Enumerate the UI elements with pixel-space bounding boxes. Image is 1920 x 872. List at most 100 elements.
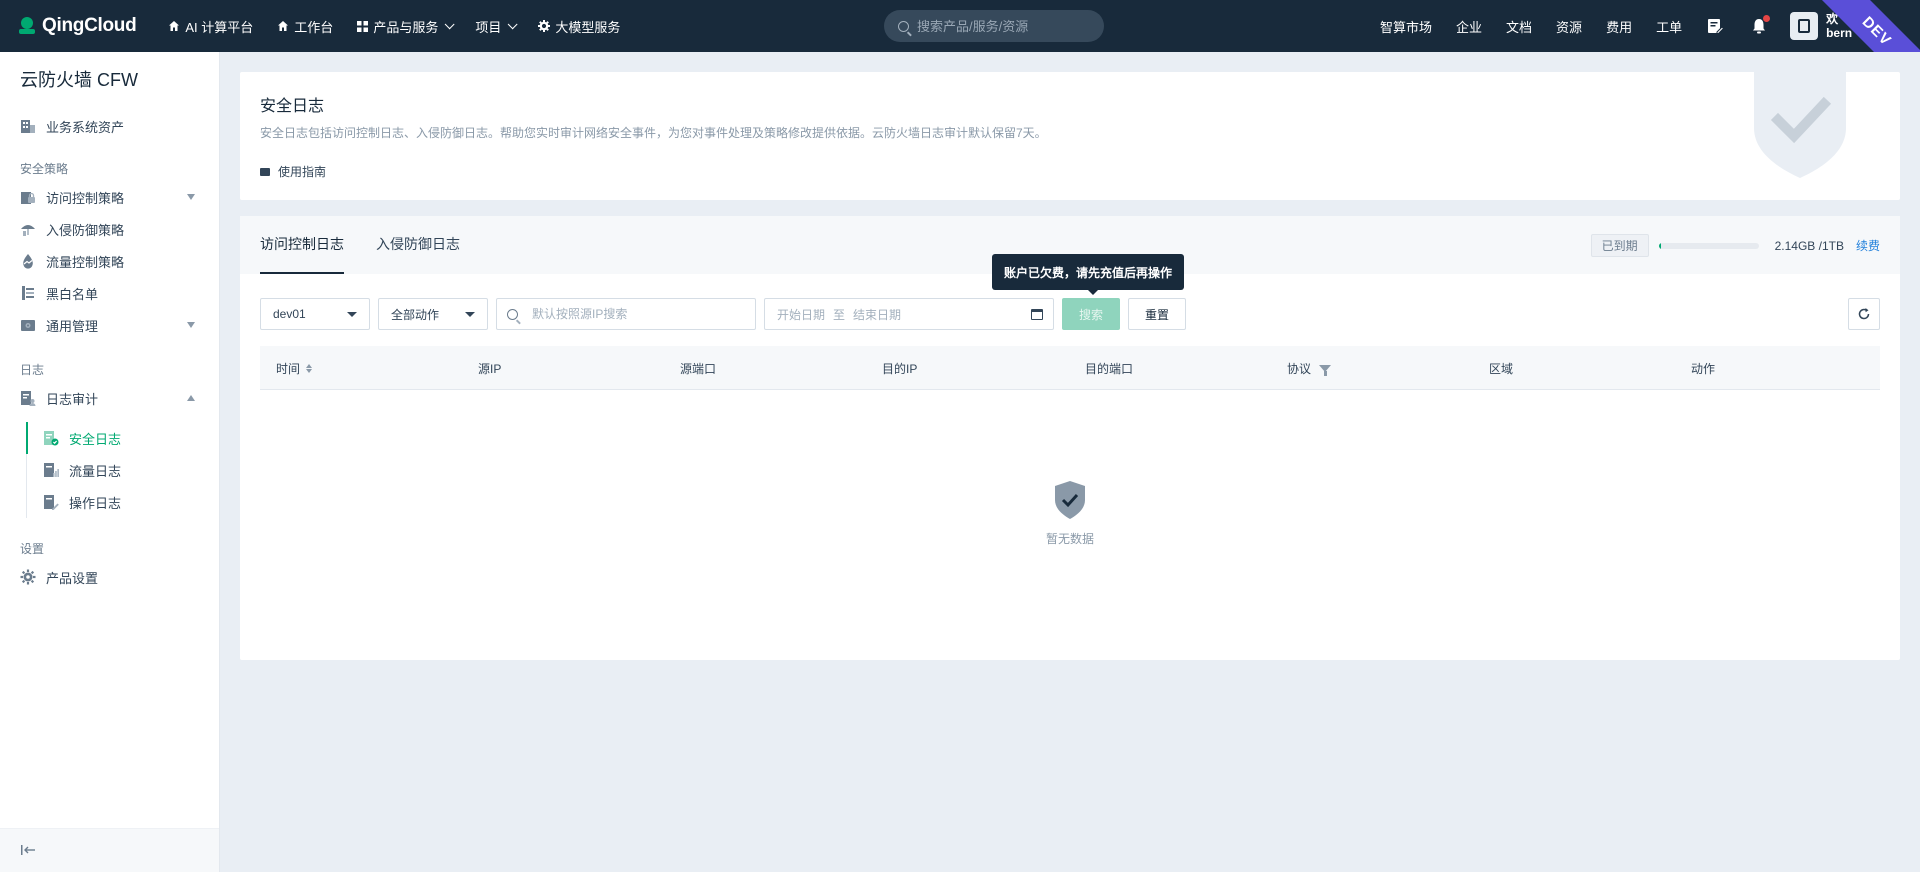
qingcloud-logo-icon — [18, 17, 36, 35]
sidebar-group-log: 日志 — [20, 363, 45, 377]
link-enterprise[interactable]: 企业 — [1456, 17, 1482, 36]
qingcloud-logo[interactable]: QingCloud — [18, 15, 137, 37]
column-region: 区域 — [1489, 362, 1514, 376]
sidebar-item-general-management[interactable]: 通用管理 — [0, 309, 219, 341]
sidebar-item-intrusion-prevention[interactable]: 入侵防御策略 — [0, 213, 219, 245]
sidebar-footer — [0, 828, 219, 872]
action-select[interactable]: 全部动作 — [378, 298, 488, 330]
top-right-nav: 智算市场 企业 文档 资源 费用 工单 欢 bern — [1380, 0, 1852, 52]
nav-project-label: 项目 — [475, 19, 502, 35]
global-search[interactable] — [884, 10, 1104, 42]
brand-name: QingCloud — [42, 15, 137, 36]
device-select-value: dev01 — [273, 307, 306, 321]
date-start-placeholder: 开始日期 — [777, 307, 826, 322]
column-protocol-label: 协议 — [1287, 362, 1312, 376]
sidebar-item-traffic-control-label: 流量控制策略 — [46, 254, 125, 270]
sidebar-item-product-settings[interactable]: 产品设置 — [0, 561, 219, 593]
filter-icon[interactable] — [1319, 365, 1332, 376]
storage-usage-text: 2.14GB /1TB — [1774, 238, 1844, 253]
reset-button[interactable]: 重置 — [1128, 298, 1186, 330]
search-icon — [507, 308, 518, 320]
nav-ai-platform-label: AI 计算平台 — [185, 19, 254, 35]
operation-log-icon — [44, 495, 59, 510]
sidebar-item-log-audit[interactable]: 日志审计 — [0, 382, 219, 414]
nav-llm-service[interactable]: 大模型服务 — [538, 17, 620, 36]
list-icon — [22, 286, 34, 300]
nav-products-label: 产品与服务 — [373, 19, 439, 35]
column-time[interactable]: 时间 — [276, 360, 313, 377]
storage-usage-bar — [1658, 242, 1759, 249]
column-action: 动作 — [1691, 362, 1716, 376]
table-header: 时间 源IP 源端口 目的IP 目的端口 协议 区域 动作 — [260, 346, 1880, 390]
sidebar-item-black-white-list[interactable]: 黑白名单 — [0, 277, 219, 309]
link-compute-market[interactable]: 智算市场 — [1380, 17, 1432, 36]
sidebar-item-black-white-list-label: 黑白名单 — [46, 286, 99, 302]
caret-down-icon — [465, 312, 475, 317]
link-resources[interactable]: 资源 — [1556, 17, 1582, 36]
column-protocol: 协议 — [1287, 360, 1332, 377]
book-icon — [260, 167, 270, 176]
nav-project[interactable]: 项目 — [475, 17, 518, 36]
notification-bell-icon[interactable] — [1750, 15, 1771, 35]
calendar-icon — [1031, 309, 1043, 320]
sidebar-item-log-audit-label: 日志审计 — [46, 391, 99, 407]
product-title: 云防火墙 CFW — [20, 70, 138, 90]
sidebar-item-traffic-log[interactable]: 流量日志 — [27, 454, 219, 486]
tab-access-control-log[interactable]: 访问控制日志 — [260, 216, 344, 274]
traffic-drop-icon — [23, 254, 33, 269]
sort-icon[interactable] — [306, 364, 313, 373]
link-docs[interactable]: 文档 — [1506, 17, 1532, 36]
umbrella-shield-icon — [21, 225, 35, 236]
nav-products[interactable]: 产品与服务 — [357, 17, 455, 36]
usage-guide-link[interactable]: 使用指南 — [260, 163, 1880, 180]
sidebar-item-assets[interactable]: 业务系统资产 — [0, 110, 219, 142]
date-range-picker[interactable]: 开始日期 至 结束日期 — [764, 298, 1054, 330]
user-badge-icon — [1798, 19, 1811, 33]
sidebar-item-intrusion-prevention-label: 入侵防御策略 — [46, 222, 125, 238]
sidebar-item-assets-label: 业务系统资产 — [46, 119, 125, 135]
sidebar: 云防火墙 CFW 业务系统资产 安全策略 访问控制策略 入侵防御策略 流量控制策… — [0, 52, 220, 872]
empty-state: 暂无数据 — [240, 480, 1900, 547]
house-icon — [169, 21, 180, 31]
nav-workbench[interactable]: 工作台 — [277, 17, 333, 36]
edit-document-icon[interactable] — [1706, 17, 1725, 35]
link-tickets[interactable]: 工单 — [1656, 17, 1682, 36]
log-main-card: 访问控制日志 入侵防御日志 已到期 2.14GB /1TB 续费 账户已欠费，请… — [240, 216, 1900, 660]
sidebar-item-access-control-label: 访问控制策略 — [46, 190, 125, 206]
sidebar-item-general-management-label: 通用管理 — [46, 318, 99, 334]
date-range-separator: 至 — [833, 307, 846, 322]
link-billing[interactable]: 费用 — [1606, 17, 1632, 36]
collapse-sidebar-icon[interactable] — [20, 843, 36, 857]
expand-arrow-icon — [187, 322, 195, 328]
sidebar-item-traffic-control[interactable]: 流量控制策略 — [0, 245, 219, 277]
refresh-button[interactable] — [1848, 298, 1880, 330]
ip-search-field[interactable] — [496, 298, 756, 330]
sidebar-item-operation-log[interactable]: 操作日志 — [27, 486, 219, 518]
column-dest-port: 目的端口 — [1085, 362, 1134, 376]
sidebar-item-access-control[interactable]: 访问控制策略 — [0, 181, 219, 213]
house-icon — [278, 21, 289, 31]
renew-link[interactable]: 续费 — [1856, 237, 1880, 254]
tab-intrusion-prevention-log[interactable]: 入侵防御日志 — [376, 216, 460, 274]
empty-state-text: 暂无数据 — [1045, 532, 1094, 546]
settings-box-icon — [21, 320, 35, 331]
device-select[interactable]: dev01 — [260, 298, 370, 330]
sidebar-group-settings: 设置 — [20, 542, 45, 556]
notification-dot — [1763, 15, 1771, 22]
caret-down-icon — [347, 312, 357, 317]
date-range-text: 开始日期 至 结束日期 — [765, 306, 909, 323]
ip-search-input[interactable] — [532, 307, 732, 321]
sidebar-item-operation-log-label: 操作日志 — [69, 495, 122, 511]
column-dest-ip: 目的IP — [882, 362, 918, 376]
action-select-value: 全部动作 — [391, 307, 440, 322]
sidebar-item-security-log-label: 安全日志 — [69, 431, 122, 447]
nav-ai-platform[interactable]: AI 计算平台 — [168, 17, 253, 36]
search-button[interactable]: 搜索 — [1062, 298, 1120, 330]
security-log-icon — [44, 431, 59, 446]
sidebar-item-security-log[interactable]: 安全日志 — [27, 422, 219, 454]
global-search-input[interactable] — [917, 18, 1087, 34]
traffic-log-icon — [44, 463, 59, 477]
user-name: bern — [1826, 26, 1853, 40]
shield-check-icon — [1055, 481, 1085, 519]
date-end-placeholder: 结束日期 — [853, 307, 902, 322]
